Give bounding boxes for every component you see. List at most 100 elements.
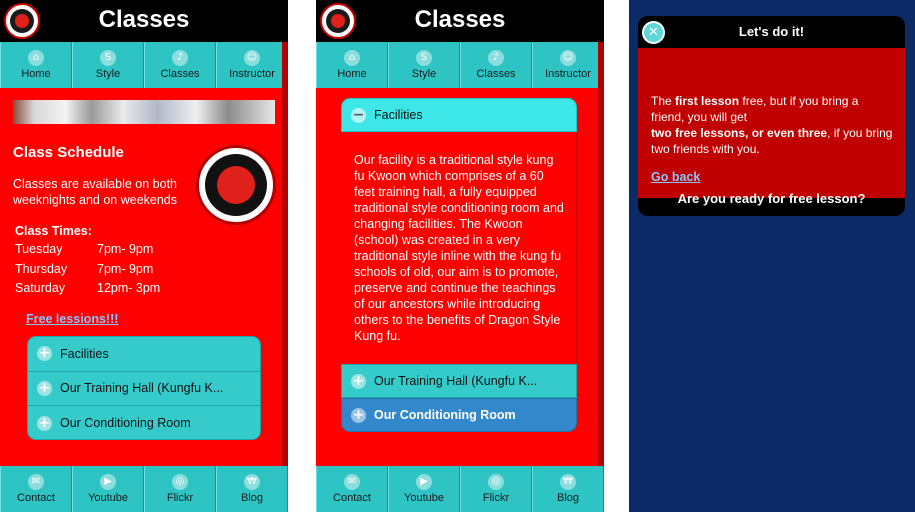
nav-flickr-button[interactable]: ◎ Flickr [144,466,216,512]
training-hall-photo [13,100,275,124]
accordion-conditioning-room[interactable]: + Our Conditioning Room [28,406,260,439]
nav-label: Contact [17,492,55,504]
nav-contact-button[interactable]: ✉ Contact [316,466,388,512]
nav-label: Youtube [88,492,128,504]
page-title: Classes [414,6,506,33]
free-lesson-dialog: Let's do it! ✕ The first lesson free, bu… [638,16,905,216]
accordion-conditioning-room[interactable]: + Our Conditioning Room [341,398,577,432]
time-row: Tuesday 7pm- 9pm [15,242,160,262]
facilities-description: Our facility is a traditional style kung… [354,153,564,343]
nav-label: Home [21,68,51,80]
nav-blog-button[interactable]: ₩ Blog [216,466,288,512]
nav-classes-button[interactable]: ♪ Classes [144,42,216,88]
nav-label: Style [95,68,121,80]
nav-youtube-button[interactable]: ▶ Youtube [388,466,460,512]
time-row: Saturday 12pm- 3pm [15,281,160,301]
close-icon[interactable]: ✕ [642,21,665,44]
plus-icon: + [351,372,366,389]
plus-icon: + [37,379,52,396]
camera-icon: ◎ [172,474,188,490]
blog-icon: ₩ [244,474,260,490]
nav-label: Home [337,68,367,80]
dragonstyle-badge-logo [196,145,276,225]
nav-label: Youtube [404,492,444,504]
dialog-body: The first lesson free, but if you bring … [638,48,905,198]
nav-style-button[interactable]: S Style [72,42,144,88]
app-header: Classes [0,0,288,42]
nav-label: Flickr [482,492,510,504]
nav-label: Contact [333,492,371,504]
bell-icon: ♪ [172,50,188,66]
scrollbar[interactable] [282,42,288,466]
plus-icon: + [351,406,366,423]
plus-icon: + [37,345,52,362]
nav-classes-button[interactable]: ♪ Classes [460,42,532,88]
top-navbar: ⌂ Home S Style ♪ Classes ☺ Instructor [0,42,288,88]
time-label: 7pm- 9pm [97,261,154,276]
facilities-content: Our facility is a traditional style kung… [341,132,577,364]
nav-label: Classes [160,68,200,80]
day-label: Thursday [15,261,68,276]
bottom-navbar: ✉ Contact ▶ Youtube ◎ Flickr ₩ Blog [0,466,288,512]
style-icon: S [416,50,432,66]
nav-blog-button[interactable]: ₩ Blog [532,466,604,512]
nav-label: Classes [476,68,516,80]
class-times-title: Class Times: [15,224,92,238]
time-row: Thursday 7pm- 9pm [15,262,160,282]
schedule-description: Classes are available on both weeknights… [13,177,178,207]
nav-home-button[interactable]: ⌂ Home [316,42,388,88]
accordion-label: Our Training Hall (Kungfu K... [374,374,538,388]
class-times-table: Tuesday 7pm- 9pm Thursday 7pm- 9pm Saturda… [15,242,160,301]
accordion-label: Our Conditioning Room [374,408,516,422]
day-label: Saturday [15,281,66,295]
youtube-icon: ▶ [100,474,116,490]
nav-home-button[interactable]: ⌂ Home [0,42,72,88]
accordion-label: Facilities [374,108,423,122]
accordion-training-hall[interactable]: + Our Training Hall (Kungfu K... [341,364,577,398]
dialog-title: Let's do it! [638,16,905,48]
mail-icon: ✉ [344,474,360,490]
nav-style-button[interactable]: S Style [388,42,460,88]
plus-icon: + [37,414,52,431]
mail-icon: ✉ [28,474,44,490]
nav-label: Style [411,68,437,80]
camera-icon: ◎ [488,474,504,490]
accordion-label: Facilities [60,346,109,361]
nav-youtube-button[interactable]: ▶ Youtube [72,466,144,512]
time-label: 12pm- 3pm [97,281,161,295]
accordion-facilities[interactable]: + Facilities [28,337,260,372]
dialog-footer: Are you ready for free lesson? [677,191,866,206]
dialog-message: The first lesson free, but if you bring … [651,94,893,156]
schedule-title: Class Schedule [13,144,124,161]
person-icon: ☺ [244,50,260,66]
free-lessons-link[interactable]: Free lessions!!! [26,312,118,326]
accordion-facilities-expanded[interactable]: − Facilities [341,98,577,132]
nav-instructor-button[interactable]: ☺ Instructor [216,42,288,88]
youtube-icon: ▶ [416,474,432,490]
bell-icon: ♪ [488,50,504,66]
info-accordion: + Facilities + Our Training Hall (Kungfu K… [27,336,261,440]
accordion-label: Our Training Hall (Kungfu K... [60,381,224,396]
nav-flickr-button[interactable]: ◎ Flickr [460,466,532,512]
nav-contact-button[interactable]: ✉ Contact [0,466,72,512]
accordion-label: Our Conditioning Room [60,416,191,431]
time-label: 7pm- 9pm [97,242,154,256]
top-navbar: ⌂ Home S Style ♪ Classes ☺ Instructor [316,42,604,88]
nav-label: Blog [556,492,580,504]
nav-label: Flickr [166,492,194,504]
nav-instructor-button[interactable]: ☺ Instructor [532,42,604,88]
scrollbar[interactable] [598,42,604,466]
home-icon: ⌂ [344,50,360,66]
blog-icon: ₩ [560,474,576,490]
bottom-navbar: ✉ Contact ▶ Youtube ◎ Flickr ₩ Blog [316,466,604,512]
home-icon: ⌂ [28,50,44,66]
style-icon: S [100,50,116,66]
classes-page-schedule: Classes ⌂ Home S Style ♪ Classes ☺ Instructo… [0,0,288,512]
day-label: Tuesday [15,242,63,256]
minus-icon: − [351,106,366,123]
app-header: Classes [316,0,604,42]
nav-label: Blog [240,492,264,504]
person-icon: ☺ [560,50,576,66]
accordion-training-hall[interactable]: + Our Training Hall (Kungfu K... [28,372,260,406]
nav-label: Instructor [229,68,275,80]
